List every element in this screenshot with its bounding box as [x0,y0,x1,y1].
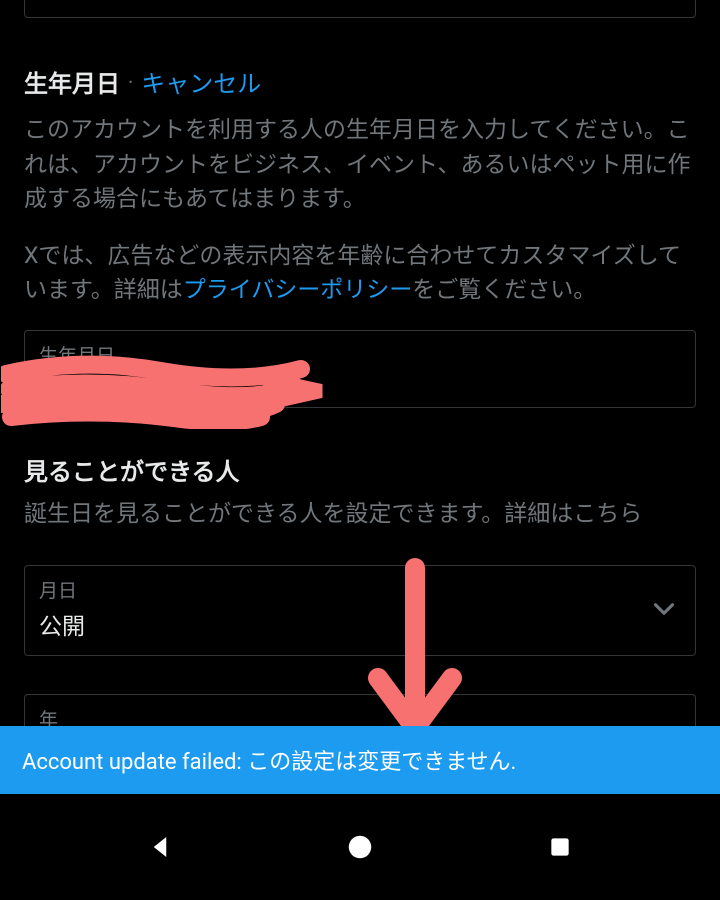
nav-back-button[interactable] [135,822,185,872]
birthdate-section-header: 生年月日 · キャンセル [24,64,696,99]
month-day-label: 月日 [39,576,85,603]
month-day-visibility-select[interactable]: 月日 公開 [24,565,696,656]
android-navbar [0,794,720,900]
privacy-policy-link[interactable]: プライバシーポリシー [183,276,413,303]
birthdate-description-1: このアカウントを利用する人の生年月日を入力してください。これは、アカウントをビジ… [24,113,696,217]
desc2-suffix: をご覧ください。 [412,276,596,303]
home-circle-icon [345,832,375,862]
visibility-title: 見ることができる人 [24,452,696,487]
visibility-desc-prefix: 誕生日を見ることができる人を設定できます。 [24,500,504,527]
error-toast-message: Account update failed: この設定は変更できません. [22,750,516,775]
recent-square-icon [547,834,573,860]
birthdate-input[interactable]: 生年月日 [24,330,696,408]
nav-home-button[interactable] [335,822,385,872]
birthdate-input-label: 生年月日 [39,341,681,368]
previous-field-partial[interactable] [24,0,696,18]
separator: · [128,70,133,94]
back-triangle-icon [145,832,175,862]
nav-recent-button[interactable] [535,822,585,872]
birthdate-description-2: Xでは、広告などの表示内容を年齢に合わせてカスタマイズしています。詳細はプライバ… [24,239,696,308]
visibility-learn-more-link[interactable]: 詳細はこちら [504,500,642,527]
birthdate-title: 生年月日 [24,64,120,99]
cancel-link[interactable]: キャンセル [141,64,261,99]
month-day-value: 公開 [39,607,85,641]
chevron-down-icon [647,592,681,626]
visibility-description: 誕生日を見ることができる人を設定できます。詳細はこちら [24,497,696,532]
error-toast: Account update failed: この設定は変更できません. [0,726,720,794]
